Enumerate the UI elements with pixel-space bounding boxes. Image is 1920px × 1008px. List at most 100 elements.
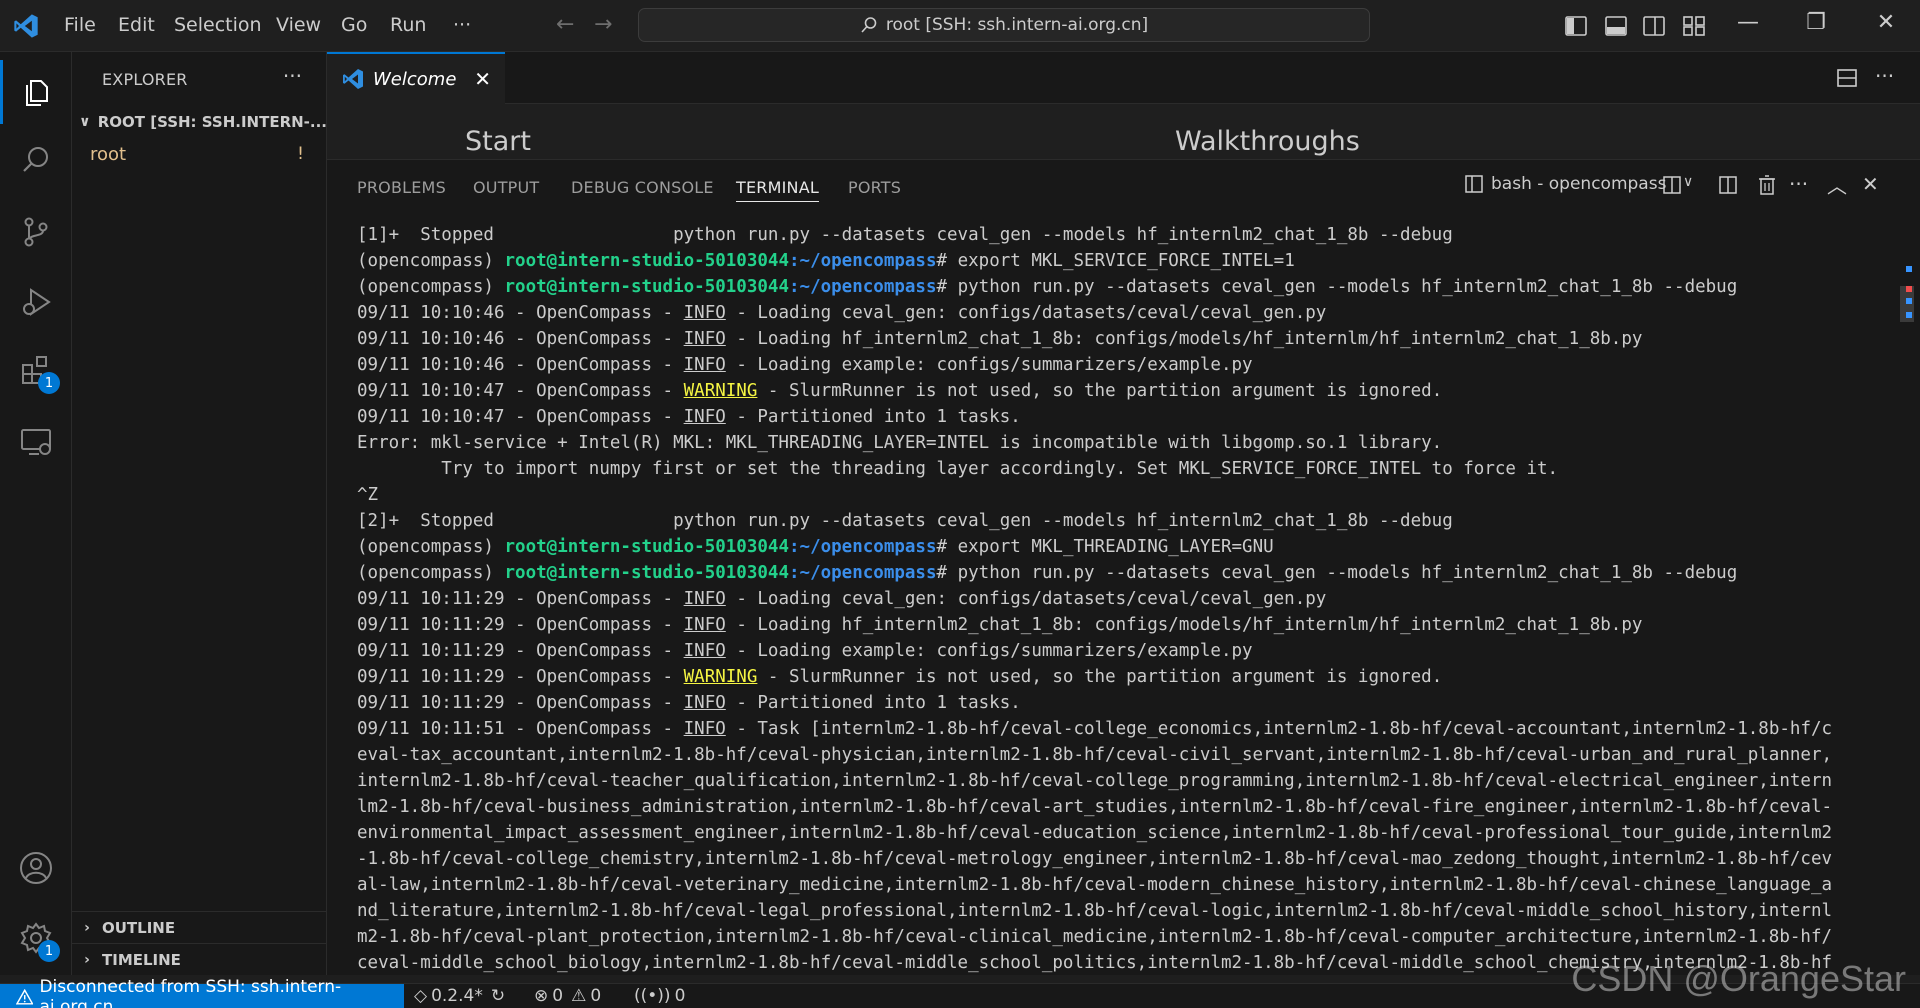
bottom-panel: PROBLEMS OUTPUT DEBUG CONSOLE TERMINAL P… bbox=[327, 159, 1920, 975]
terminal-line: 09/11 10:10:46 - OpenCompass - INFO - Lo… bbox=[357, 300, 1897, 326]
activity-remote-explorer[interactable] bbox=[0, 410, 72, 474]
activity-explorer[interactable] bbox=[0, 60, 72, 124]
terminal-scrollbar[interactable] bbox=[1900, 222, 1914, 372]
activity-accounts[interactable] bbox=[0, 836, 72, 900]
log-level: WARNING bbox=[683, 667, 758, 687]
terminal-text: [2]+ Stopped python run.py --datasets ce… bbox=[357, 511, 1453, 531]
log-level: INFO bbox=[683, 407, 726, 427]
warning-count: 0 bbox=[590, 986, 602, 1006]
activity-bar: 1 1 bbox=[0, 52, 72, 975]
terminal-line: ●(opencompass) root@intern-studio-501030… bbox=[357, 534, 1897, 560]
tab-output[interactable]: OUTPUT bbox=[473, 178, 539, 197]
split-terminal-icon[interactable] bbox=[1719, 176, 1737, 194]
search-icon bbox=[23, 147, 48, 172]
nav-forward-icon[interactable]: → bbox=[594, 12, 612, 37]
tab-welcome-label: Welcome bbox=[373, 68, 457, 90]
remote-explorer-icon bbox=[21, 429, 51, 455]
close-panel-icon[interactable]: ✕ bbox=[1862, 172, 1879, 196]
explorer-icon bbox=[25, 80, 48, 106]
toggle-secondary-sidebar-icon[interactable] bbox=[1642, 14, 1666, 38]
problems-status[interactable]: ⊗ 0 ⚠ 0 bbox=[534, 986, 601, 1006]
activity-run-debug[interactable] bbox=[0, 270, 72, 334]
prompt-user: root@intern-studio-50103044 bbox=[504, 251, 789, 271]
editor-more-icon[interactable]: ··· bbox=[1875, 64, 1894, 88]
terminal-line: al-law,internlm2-1.8b-hf/ceval-veterinar… bbox=[357, 872, 1897, 898]
menu-edit[interactable]: Edit bbox=[118, 14, 155, 36]
log-level: INFO bbox=[683, 615, 726, 635]
run-debug-icon bbox=[23, 288, 51, 316]
customize-layout-icon[interactable] bbox=[1682, 14, 1706, 38]
close-icon[interactable]: ✕ bbox=[474, 67, 491, 91]
menu-view[interactable]: View bbox=[276, 14, 321, 36]
terminal-line: Error: mkl-service + Intel(R) MKL: MKL_T… bbox=[357, 430, 1897, 456]
error-icon: ⊗ bbox=[534, 986, 549, 1006]
terminal-text: Try to import numpy first or set the thr… bbox=[357, 459, 1559, 479]
tree-item-root[interactable]: root bbox=[90, 144, 126, 165]
menu-selection[interactable]: Selection bbox=[174, 14, 262, 36]
remote-status[interactable]: Disconnected from SSH: ssh.intern-ai.org… bbox=[0, 977, 404, 1008]
tab-problems[interactable]: PROBLEMS bbox=[357, 178, 446, 197]
toggle-panel-icon[interactable] bbox=[1604, 14, 1628, 38]
extension-version-item[interactable]: ◇ 0.2.4* ↻ bbox=[414, 986, 505, 1006]
terminal-line: [1]+ Stopped python run.py --datasets ce… bbox=[357, 222, 1897, 248]
root-folder-header[interactable]: ∨ ROOT [SSH: SSH.INTERN-... bbox=[72, 108, 327, 136]
activity-manage[interactable]: 1 bbox=[0, 906, 72, 970]
tab-ports[interactable]: PORTS bbox=[848, 178, 901, 197]
outline-label: OUTLINE bbox=[102, 918, 176, 937]
terminal-line: 09/11 10:11:29 - OpenCompass - INFO - Pa… bbox=[357, 690, 1897, 716]
terminal-name-label: bash - opencompass bbox=[1491, 174, 1667, 194]
nav-back-icon[interactable]: ← bbox=[556, 12, 574, 37]
log-prefix: 09/11 10:10:47 - OpenCompass - bbox=[357, 381, 684, 401]
terminal-output[interactable]: [1]+ Stopped python run.py --datasets ce… bbox=[357, 222, 1897, 974]
terminal-line: ^Z bbox=[357, 482, 1897, 508]
close-window-icon[interactable]: ✕ bbox=[1866, 10, 1906, 35]
log-message: - Loading ceval_gen: configs/datasets/ce… bbox=[725, 589, 1327, 609]
timeline-section[interactable]: › TIMELINE bbox=[72, 943, 327, 975]
explorer-more-icon[interactable]: ··· bbox=[283, 64, 302, 88]
root-folder-label: ROOT [SSH: SSH.INTERN-... bbox=[97, 113, 327, 131]
log-level: INFO bbox=[683, 641, 726, 661]
chevron-down-icon[interactable]: ∨ bbox=[1683, 174, 1693, 190]
log-message: - SlurmRunner is not used, so the partit… bbox=[757, 667, 1443, 687]
prompt-env: (opencompass) bbox=[357, 277, 505, 297]
maximize-panel-icon[interactable]: ︿ bbox=[1827, 170, 1847, 199]
prompt-command: # python run.py --datasets ceval_gen --m… bbox=[936, 277, 1738, 297]
restore-icon[interactable]: ❐ bbox=[1796, 10, 1836, 35]
activity-source-control[interactable] bbox=[0, 200, 72, 264]
activity-extensions[interactable]: 1 bbox=[0, 338, 72, 402]
menu-go[interactable]: Go bbox=[341, 14, 367, 36]
terminal-text: ^Z bbox=[357, 485, 379, 505]
terminal-line: ⊗(opencompass) root@intern-studio-501030… bbox=[357, 274, 1897, 300]
split-editor-icon[interactable] bbox=[1837, 68, 1857, 88]
trash-icon[interactable] bbox=[1758, 175, 1776, 195]
new-terminal-icon[interactable] bbox=[1663, 176, 1681, 194]
terminal-line: 09/11 10:11:29 - OpenCompass - INFO - Lo… bbox=[357, 586, 1897, 612]
minimize-icon[interactable]: — bbox=[1728, 10, 1768, 35]
terminal-line: 09/11 10:11:29 - OpenCompass - WARNING -… bbox=[357, 664, 1897, 690]
prompt-user: root@intern-studio-50103044 bbox=[504, 277, 789, 297]
prompt-user: root@intern-studio-50103044 bbox=[504, 563, 789, 583]
menu-more[interactable]: ··· bbox=[453, 14, 471, 36]
terminal-text: environmental_impact_assessment_engineer… bbox=[357, 823, 1833, 843]
tab-terminal[interactable]: TERMINAL bbox=[736, 178, 819, 202]
panel-more-icon[interactable]: ··· bbox=[1789, 172, 1808, 196]
terminal-instance[interactable]: bash - opencompass bbox=[1465, 174, 1666, 194]
chevron-right-icon: › bbox=[84, 919, 90, 936]
prompt-command: # export MKL_SERVICE_FORCE_INTEL=1 bbox=[936, 251, 1295, 271]
command-center[interactable]: root [SSH: ssh.intern-ai.org.cn] bbox=[638, 8, 1370, 42]
menu-run[interactable]: Run bbox=[390, 14, 426, 36]
activity-search[interactable] bbox=[0, 128, 72, 192]
editor-area: Welcome ✕ ··· Start Walkthroughs bbox=[327, 52, 1920, 159]
log-level: INFO bbox=[683, 693, 726, 713]
toggle-sidebar-icon[interactable] bbox=[1564, 14, 1588, 38]
chevron-down-icon: ∨ bbox=[79, 114, 91, 130]
vscode-logo-icon[interactable] bbox=[12, 12, 40, 40]
outline-section[interactable]: › OUTLINE bbox=[72, 911, 327, 943]
terminal-line: m2-1.8b-hf/ceval-plant_protection,intern… bbox=[357, 924, 1897, 950]
tab-welcome[interactable]: Welcome ✕ bbox=[327, 52, 505, 104]
prompt-command: # export MKL_THREADING_LAYER=GNU bbox=[936, 537, 1274, 557]
menu-file[interactable]: File bbox=[64, 14, 96, 36]
ports-status[interactable]: ((•)) 0 bbox=[634, 986, 685, 1006]
tab-debug-console[interactable]: DEBUG CONSOLE bbox=[571, 178, 714, 197]
terminal-line: internlm2-1.8b-hf/ceval-teacher_qualific… bbox=[357, 768, 1897, 794]
